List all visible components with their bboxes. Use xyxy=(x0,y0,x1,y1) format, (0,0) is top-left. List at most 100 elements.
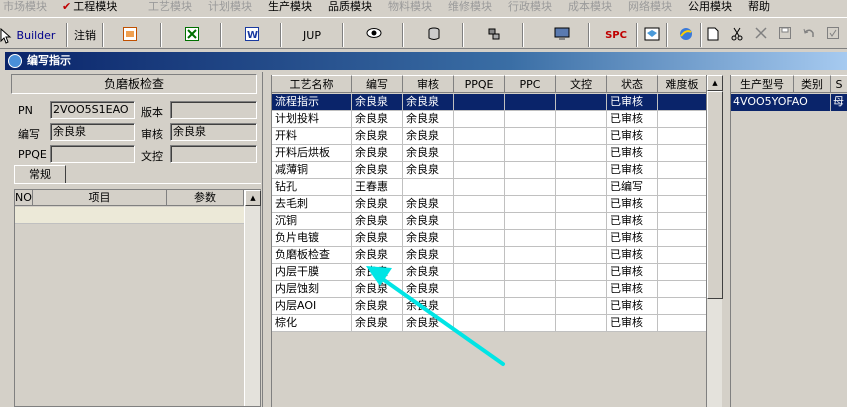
parameter-scrollbar[interactable]: ▲ xyxy=(244,190,261,406)
process-name-cell[interactable]: 钻孔 xyxy=(272,179,352,196)
ppqe-cell[interactable] xyxy=(454,298,505,315)
difficulty-cell[interactable] xyxy=(658,247,707,264)
ppc-cell[interactable] xyxy=(505,247,556,264)
status-cell[interactable]: 已编写 xyxy=(607,179,658,196)
ppqe-cell[interactable] xyxy=(454,145,505,162)
writer-cell[interactable]: 余良泉 xyxy=(352,128,403,145)
table-row[interactable]: 开料后烘板 余良泉 余良泉 已审核 xyxy=(272,145,707,162)
reviewer-cell[interactable]: 余良泉 xyxy=(403,162,454,179)
ppqe-cell[interactable] xyxy=(454,281,505,298)
writer-cell[interactable]: 余良泉 xyxy=(352,230,403,247)
difficulty-cell[interactable] xyxy=(658,179,707,196)
ppc-cell[interactable] xyxy=(505,213,556,230)
status-cell[interactable]: 已审核 xyxy=(607,247,658,264)
table-row[interactable]: 开料 余良泉 余良泉 已审核 xyxy=(272,128,707,145)
save-button[interactable] xyxy=(776,27,794,47)
table-row[interactable]: 负磨板检查 余良泉 余良泉 已审核 xyxy=(272,247,707,264)
process-name-cell[interactable]: 开料后烘板 xyxy=(272,145,352,162)
ppqe-cell[interactable] xyxy=(454,196,505,213)
difficulty-cell[interactable] xyxy=(658,145,707,162)
column-writer[interactable]: 编写 xyxy=(352,75,403,93)
ppqe-cell[interactable] xyxy=(454,179,505,196)
ppc-cell[interactable] xyxy=(505,145,556,162)
writer-cell[interactable]: 余良泉 xyxy=(352,315,403,332)
menu-help[interactable]: 帮助 xyxy=(748,0,770,16)
wenkong-cell[interactable] xyxy=(556,94,607,111)
ppqe-cell[interactable] xyxy=(454,264,505,281)
delete-button[interactable] xyxy=(752,27,770,47)
column-difficulty[interactable]: 难度板 xyxy=(658,75,707,93)
ppc-cell[interactable] xyxy=(505,298,556,315)
table-row[interactable]: 流程指示 余良泉 余良泉 已审核 xyxy=(272,94,707,111)
logout-button[interactable]: 注销 xyxy=(70,27,100,47)
process-scrollbar[interactable]: ▲ xyxy=(706,75,723,407)
difficulty-cell[interactable] xyxy=(658,281,707,298)
version-field[interactable] xyxy=(170,101,257,119)
process-name-cell[interactable]: 减薄铜 xyxy=(272,162,352,179)
ppc-cell[interactable] xyxy=(505,264,556,281)
process-name-cell[interactable]: 沉铜 xyxy=(272,213,352,230)
category-cell[interactable]: 母 xyxy=(831,94,847,111)
powerpoint-button[interactable] xyxy=(120,27,140,47)
ppc-cell[interactable] xyxy=(505,230,556,247)
reviewer-cell[interactable]: 余良泉 xyxy=(403,145,454,162)
writer-cell[interactable]: 余良泉 xyxy=(352,111,403,128)
table-row[interactable]: 减薄铜 余良泉 余良泉 已审核 xyxy=(272,162,707,179)
reviewer-cell[interactable]: 余良泉 xyxy=(403,111,454,128)
check-button[interactable] xyxy=(824,27,842,47)
word-button[interactable]: W xyxy=(242,27,262,47)
reviewer-cell[interactable]: 余良泉 xyxy=(403,230,454,247)
reviewer-cell[interactable] xyxy=(403,179,454,196)
status-cell[interactable]: 已审核 xyxy=(607,196,658,213)
wenkong-cell[interactable] xyxy=(556,179,607,196)
status-cell[interactable]: 已审核 xyxy=(607,230,658,247)
status-cell[interactable]: 已审核 xyxy=(607,315,658,332)
ppqe-cell[interactable] xyxy=(454,247,505,264)
model-cell[interactable]: 4VOO5YOFAO xyxy=(731,94,831,111)
process-name-cell[interactable]: 内层AOI xyxy=(272,298,352,315)
ppc-cell[interactable] xyxy=(505,281,556,298)
ppc-cell[interactable] xyxy=(505,196,556,213)
wenkong-cell[interactable] xyxy=(556,213,607,230)
pn-field[interactable]: 2VOO5S1EAO xyxy=(50,101,135,119)
wenkong-cell[interactable] xyxy=(556,145,607,162)
ppc-cell[interactable] xyxy=(505,128,556,145)
writer-cell[interactable]: 余良泉 xyxy=(352,264,403,281)
menu-process[interactable]: 工艺模块 xyxy=(148,0,192,16)
difficulty-cell[interactable] xyxy=(658,298,707,315)
ppc-cell[interactable] xyxy=(505,179,556,196)
table-row[interactable]: 去毛刺 余良泉 余良泉 已审核 xyxy=(272,196,707,213)
writer-cell[interactable]: 余良泉 xyxy=(352,281,403,298)
difficulty-cell[interactable] xyxy=(658,111,707,128)
reviewer-field[interactable]: 余良泉 xyxy=(170,123,257,141)
ppqe-field[interactable] xyxy=(50,145,135,163)
process-name-cell[interactable]: 负片电镀 xyxy=(272,230,352,247)
column-category[interactable]: 类别 xyxy=(794,75,831,93)
wenkong-cell[interactable] xyxy=(556,281,607,298)
menu-engineering[interactable]: ✔ 工程模块 xyxy=(62,0,117,16)
status-cell[interactable]: 已审核 xyxy=(607,281,658,298)
ppc-cell[interactable] xyxy=(505,162,556,179)
view-button[interactable] xyxy=(364,27,384,47)
difficulty-cell[interactable] xyxy=(658,94,707,111)
writer-cell[interactable]: 余良泉 xyxy=(352,247,403,264)
column-ppqe[interactable]: PPQE xyxy=(454,75,505,93)
undo-button[interactable] xyxy=(800,27,818,47)
writer-cell[interactable]: 余良泉 xyxy=(352,162,403,179)
status-cell[interactable]: 已审核 xyxy=(607,264,658,281)
ppqe-cell[interactable] xyxy=(454,111,505,128)
writer-cell[interactable]: 余良泉 xyxy=(352,94,403,111)
process-name-cell[interactable]: 内层蚀刻 xyxy=(272,281,352,298)
status-cell[interactable]: 已审核 xyxy=(607,145,658,162)
writer-cell[interactable]: 余良泉 xyxy=(352,213,403,230)
writer-cell[interactable]: 余良泉 xyxy=(352,196,403,213)
column-item[interactable]: 项目 xyxy=(33,190,167,206)
process-name-cell[interactable]: 开料 xyxy=(272,128,352,145)
reviewer-cell[interactable]: 余良泉 xyxy=(403,196,454,213)
column-param[interactable]: 参数 xyxy=(167,190,244,206)
column-status[interactable]: 状态 xyxy=(607,75,658,93)
status-cell[interactable]: 已审核 xyxy=(607,213,658,230)
reviewer-cell[interactable]: 余良泉 xyxy=(403,128,454,145)
wenkong-cell[interactable] xyxy=(556,264,607,281)
scroll-up-icon[interactable]: ▲ xyxy=(707,75,723,91)
